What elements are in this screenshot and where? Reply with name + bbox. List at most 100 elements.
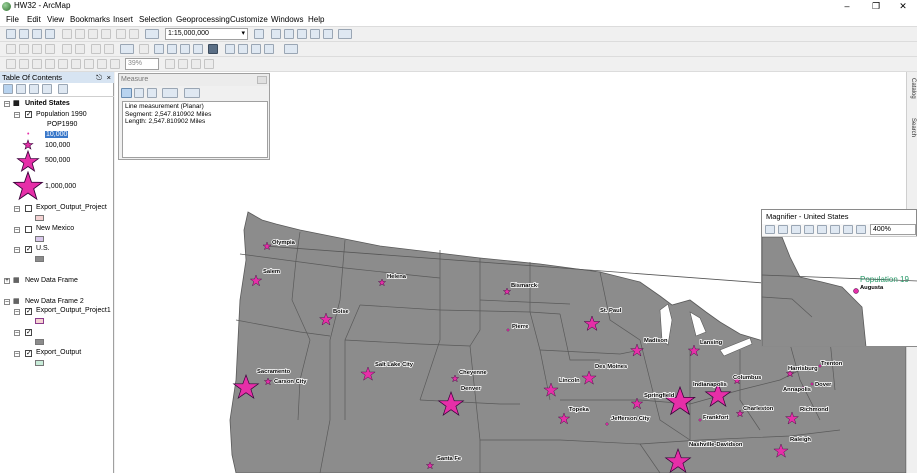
list-by-source-icon[interactable] bbox=[16, 84, 26, 94]
html-popup-icon[interactable] bbox=[180, 44, 190, 54]
layer-symbol-swatch[interactable] bbox=[35, 318, 44, 324]
open-icon[interactable] bbox=[19, 29, 29, 39]
forward-extent-icon[interactable] bbox=[104, 44, 114, 54]
zoom-100-percent-icon[interactable] bbox=[58, 59, 68, 69]
collapse-icon[interactable]: – bbox=[14, 227, 20, 233]
menu-view[interactable]: View bbox=[47, 15, 64, 24]
full-extent-icon[interactable] bbox=[45, 44, 55, 54]
fixed-zoom-in-icon[interactable] bbox=[62, 44, 72, 54]
sum-icon[interactable] bbox=[162, 88, 178, 98]
change-layout-icon[interactable] bbox=[191, 59, 201, 69]
add-data-icon[interactable] bbox=[145, 29, 159, 39]
find-route-icon[interactable] bbox=[238, 44, 248, 54]
toc-layer-export-output-project[interactable]: Export_Output_Project bbox=[36, 204, 107, 211]
model-builder-icon[interactable] bbox=[338, 29, 352, 39]
measure-feature-icon[interactable] bbox=[147, 88, 157, 98]
toc-layer-us[interactable]: U.S. bbox=[36, 245, 50, 252]
list-by-drawing-order-icon[interactable] bbox=[3, 84, 13, 94]
collapse-icon[interactable]: – bbox=[14, 247, 20, 253]
options-icon[interactable] bbox=[58, 84, 68, 94]
menu-windows[interactable]: Windows bbox=[271, 15, 303, 24]
menu-edit[interactable]: Edit bbox=[27, 15, 41, 24]
menu-insert[interactable]: Insert bbox=[113, 15, 133, 24]
time-slider-icon[interactable] bbox=[264, 44, 274, 54]
layer-visibility-checkbox[interactable]: ✓ bbox=[25, 246, 32, 253]
fixed-zoom-out-icon[interactable] bbox=[75, 44, 85, 54]
select-elements-icon[interactable] bbox=[154, 44, 164, 54]
collapse-icon[interactable]: – bbox=[14, 112, 20, 118]
zoom-out-icon[interactable] bbox=[778, 225, 788, 234]
list-by-visibility-icon[interactable] bbox=[29, 84, 39, 94]
editor-toolbar-icon[interactable] bbox=[254, 29, 264, 39]
layout-pan-icon[interactable] bbox=[32, 59, 42, 69]
menu-help[interactable]: Help bbox=[308, 15, 324, 24]
collapse-icon[interactable]: – bbox=[14, 330, 20, 336]
hyperlink-icon[interactable] bbox=[193, 44, 203, 54]
restore-button[interactable]: ❐ bbox=[862, 0, 890, 13]
layout-zoom-box[interactable]: 39% bbox=[125, 58, 159, 70]
zoom-out-icon[interactable] bbox=[19, 44, 29, 54]
toc-layer-new-mexico[interactable]: New Mexico bbox=[36, 225, 74, 232]
layout-zoom-out-icon[interactable] bbox=[19, 59, 29, 69]
legend-label-1[interactable]: 10,000 bbox=[45, 131, 69, 138]
back-icon[interactable] bbox=[843, 225, 853, 234]
expand-icon[interactable]: + bbox=[4, 278, 10, 284]
close-icon[interactable]: × bbox=[107, 72, 111, 83]
menu-selection[interactable]: Selection bbox=[139, 15, 172, 24]
layer-visibility-checkbox[interactable]: ✓ bbox=[25, 329, 32, 336]
save-icon[interactable] bbox=[32, 29, 42, 39]
zoom-whole-page-icon[interactable] bbox=[45, 59, 55, 69]
arctoolbox-icon[interactable] bbox=[310, 29, 320, 39]
menu-bookmarks[interactable]: Bookmarks bbox=[70, 15, 110, 24]
zoom-in-icon[interactable] bbox=[6, 44, 16, 54]
toggle-draft-mode-icon[interactable] bbox=[165, 59, 175, 69]
layer-visibility-checkbox[interactable]: ✓ bbox=[25, 350, 32, 357]
layer-visibility-checkbox[interactable] bbox=[25, 226, 32, 233]
menu-file[interactable]: File bbox=[6, 15, 19, 24]
clear-icon[interactable] bbox=[184, 88, 200, 98]
menu-geoprocessing[interactable]: Geoprocessing bbox=[176, 15, 230, 24]
magnifier-view[interactable]: Augusta Population 19 bbox=[762, 236, 917, 346]
measure-tool-icon[interactable] bbox=[208, 44, 218, 54]
pin-icon[interactable]: ⎋ bbox=[96, 72, 102, 83]
focus-data-frame-icon[interactable] bbox=[178, 59, 188, 69]
collapse-icon[interactable]: – bbox=[4, 101, 10, 107]
layer-symbol-swatch[interactable] bbox=[35, 339, 44, 345]
pan-icon[interactable] bbox=[32, 44, 42, 54]
python-window-icon[interactable] bbox=[323, 29, 333, 39]
pan-icon[interactable] bbox=[791, 225, 801, 234]
measure-line-icon[interactable] bbox=[121, 88, 132, 98]
layout-fixed-zoom-out-icon[interactable] bbox=[84, 59, 94, 69]
close-icon[interactable] bbox=[257, 76, 267, 84]
fixed-zoom-out-icon[interactable] bbox=[830, 225, 840, 234]
go-to-xy-icon[interactable] bbox=[251, 44, 261, 54]
menu-customize[interactable]: Customize bbox=[230, 15, 268, 24]
layer-visibility-checkbox[interactable]: ✓ bbox=[25, 308, 32, 315]
collapse-icon[interactable]: – bbox=[14, 351, 20, 357]
collapse-icon[interactable]: – bbox=[4, 299, 10, 305]
cut-icon[interactable] bbox=[62, 29, 72, 39]
toc-layer-export-output[interactable]: Export_Output bbox=[36, 349, 81, 356]
select-features-icon[interactable] bbox=[120, 44, 134, 54]
close-button[interactable]: ✕ bbox=[889, 0, 917, 13]
measure-area-icon[interactable] bbox=[134, 88, 144, 98]
toc-layer-population-1990[interactable]: Population 1990 bbox=[36, 111, 87, 118]
magnifier-zoom-box[interactable]: 400% bbox=[870, 224, 916, 235]
forward-icon[interactable] bbox=[856, 225, 866, 234]
layer-visibility-checkbox[interactable]: ✓ bbox=[25, 111, 32, 118]
map-scale-box[interactable]: 1:15,000,000 ▾ bbox=[165, 28, 248, 40]
new-document-icon[interactable] bbox=[6, 29, 16, 39]
toc-dataframe-new-data-frame-2[interactable]: New Data Frame 2 bbox=[25, 298, 84, 305]
globe-icon[interactable] bbox=[804, 225, 814, 234]
find-icon[interactable] bbox=[225, 44, 235, 54]
search-window-icon[interactable] bbox=[297, 29, 307, 39]
undo-icon[interactable] bbox=[116, 29, 126, 39]
toc-dataframe-united-states[interactable]: United States bbox=[25, 100, 70, 107]
toc-layer-export-output-project1[interactable]: Export_Output_Project1 bbox=[36, 307, 111, 314]
layout-forward-icon[interactable] bbox=[110, 59, 120, 69]
copy-icon[interactable] bbox=[75, 29, 85, 39]
data-driven-pages-icon[interactable] bbox=[204, 59, 214, 69]
layout-zoom-in-icon[interactable] bbox=[6, 59, 16, 69]
fixed-zoom-in-icon[interactable] bbox=[817, 225, 827, 234]
print-icon[interactable] bbox=[45, 29, 55, 39]
